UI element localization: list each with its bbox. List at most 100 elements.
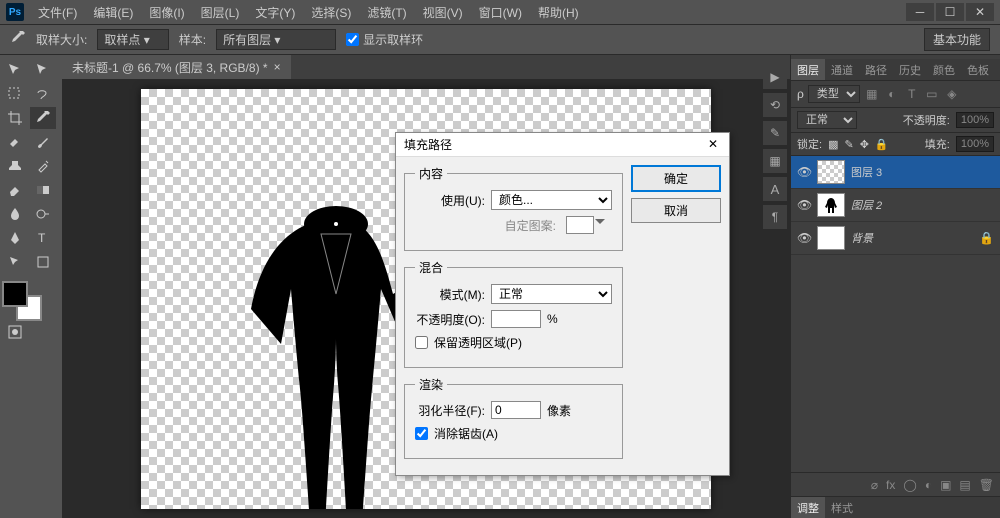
move-tool[interactable] bbox=[2, 59, 28, 81]
menu-item[interactable]: 帮助(H) bbox=[532, 2, 585, 23]
layer-thumbnail[interactable] bbox=[817, 160, 845, 184]
dialog-close-icon[interactable]: ✕ bbox=[705, 137, 721, 153]
swatches-dock-icon[interactable]: ▦ bbox=[763, 149, 787, 173]
link-layers-icon[interactable]: ⌀ bbox=[871, 478, 878, 492]
filter-pixel-icon[interactable]: ▦ bbox=[864, 86, 880, 102]
stamp-tool[interactable] bbox=[2, 155, 28, 177]
panel-tab[interactable]: 路径 bbox=[859, 59, 893, 80]
filter-type-select[interactable]: 类型 bbox=[808, 85, 860, 103]
lasso-tool[interactable] bbox=[30, 83, 56, 105]
delete-layer-icon[interactable]: 🗑 bbox=[979, 478, 994, 492]
document-tab[interactable]: 未标题-1 @ 66.7% (图层 3, RGB/8) * × bbox=[62, 55, 291, 79]
workspace-switcher[interactable]: 基本功能 bbox=[924, 28, 990, 51]
antialias-label: 消除锯齿(A) bbox=[434, 425, 498, 442]
filter-shape-icon[interactable]: ▭ bbox=[924, 86, 940, 102]
lock-trans-icon[interactable]: ▩ bbox=[828, 138, 838, 151]
collapse-panel-icon[interactable]: ▶ bbox=[763, 65, 787, 89]
healing-tool[interactable] bbox=[2, 131, 28, 153]
visibility-eye-icon[interactable]: 👁 bbox=[797, 231, 811, 245]
panel-tab[interactable]: 图层 bbox=[791, 59, 825, 80]
new-group-icon[interactable]: ▣ bbox=[940, 478, 951, 492]
type-tool[interactable]: T bbox=[30, 227, 56, 249]
feather-input[interactable] bbox=[491, 401, 541, 419]
filter-smart-icon[interactable]: ◈ bbox=[944, 86, 960, 102]
bottom-panel-tab[interactable]: 样式 bbox=[825, 497, 859, 518]
panel-tab[interactable]: 颜色 bbox=[927, 59, 961, 80]
brush-tool[interactable] bbox=[30, 131, 56, 153]
pattern-swatch[interactable] bbox=[566, 216, 594, 234]
filter-type-icon2[interactable]: T bbox=[904, 86, 920, 102]
history-dock-icon[interactable]: ⟲ bbox=[763, 93, 787, 117]
lock-all-icon[interactable]: 🔒 bbox=[875, 138, 889, 151]
filter-type-icon[interactable]: ρ bbox=[797, 87, 804, 101]
menu-item[interactable]: 图像(I) bbox=[143, 2, 190, 23]
use-select[interactable]: 颜色... bbox=[491, 190, 612, 210]
menu-item[interactable]: 图层(L) bbox=[195, 2, 246, 23]
antialias-check[interactable] bbox=[415, 427, 428, 440]
lock-paint-icon[interactable]: ✎ bbox=[844, 138, 853, 151]
para-dock-icon[interactable]: ¶ bbox=[763, 205, 787, 229]
sample-select[interactable]: 所有图层 ▾ bbox=[216, 29, 336, 50]
lock-label: 锁定: bbox=[797, 136, 822, 152]
new-layer-icon[interactable]: ▤ bbox=[959, 478, 970, 492]
preserve-trans-label: 保留透明区域(P) bbox=[434, 334, 522, 351]
marquee-tool[interactable] bbox=[2, 83, 28, 105]
bottom-panel-tab[interactable]: 调整 bbox=[791, 497, 825, 518]
history-brush-tool[interactable] bbox=[30, 155, 56, 177]
filter-adjust-icon[interactable]: ◐ bbox=[884, 86, 900, 102]
shape-tool[interactable] bbox=[30, 251, 56, 273]
opacity-value[interactable]: 100% bbox=[956, 112, 994, 128]
brush-dock-icon[interactable]: ✎ bbox=[763, 121, 787, 145]
menu-item[interactable]: 编辑(E) bbox=[87, 2, 139, 23]
pen-tool[interactable] bbox=[2, 227, 28, 249]
show-ring-checkbox[interactable] bbox=[346, 33, 359, 46]
gradient-tool[interactable] bbox=[30, 179, 56, 201]
visibility-eye-icon[interactable]: 👁 bbox=[797, 165, 811, 179]
lock-pos-icon[interactable]: ✥ bbox=[860, 138, 869, 151]
layer-thumbnail[interactable] bbox=[817, 193, 845, 217]
layer-thumbnail[interactable] bbox=[817, 226, 845, 250]
panel-tab[interactable]: 历史 bbox=[893, 59, 927, 80]
artboard-tool[interactable] bbox=[30, 59, 56, 81]
path-select-tool[interactable] bbox=[2, 251, 28, 273]
quickmask-tool[interactable] bbox=[2, 321, 28, 343]
maximize-button[interactable]: ☐ bbox=[936, 3, 964, 21]
eyedropper-tool[interactable] bbox=[30, 107, 56, 129]
new-adjust-icon[interactable]: ◐ bbox=[925, 478, 932, 492]
menu-item[interactable]: 滤镜(T) bbox=[361, 2, 412, 23]
crop-tool[interactable] bbox=[2, 107, 28, 129]
menu-item[interactable]: 选择(S) bbox=[305, 2, 357, 23]
menu-item[interactable]: 视图(V) bbox=[417, 2, 469, 23]
blend-mode-select[interactable]: 正常 bbox=[797, 111, 857, 129]
layer-item[interactable]: 👁图层 2 bbox=[791, 189, 1000, 222]
close-tab-icon[interactable]: × bbox=[274, 60, 281, 74]
char-dock-icon[interactable]: A bbox=[763, 177, 787, 201]
color-swatches[interactable] bbox=[2, 281, 42, 321]
layer-fx-icon[interactable]: fx bbox=[886, 478, 895, 492]
panel-tab[interactable]: 通道 bbox=[825, 59, 859, 80]
mode-select[interactable]: 正常 bbox=[491, 284, 612, 304]
fg-color[interactable] bbox=[2, 281, 28, 307]
menu-item[interactable]: 文字(Y) bbox=[249, 2, 301, 23]
eyedropper-icon bbox=[10, 30, 26, 49]
preserve-trans-check[interactable] bbox=[415, 336, 428, 349]
sample-size-label: 取样大小: bbox=[36, 31, 87, 48]
show-sampling-ring-check[interactable]: 显示取样环 bbox=[346, 31, 423, 48]
dodge-tool[interactable] bbox=[30, 203, 56, 225]
ok-button[interactable]: 确定 bbox=[631, 165, 721, 192]
layer-item[interactable]: 👁背景🔒 bbox=[791, 222, 1000, 255]
opacity-input[interactable] bbox=[491, 310, 541, 328]
minimize-button[interactable]: ─ bbox=[906, 3, 934, 21]
eraser-tool[interactable] bbox=[2, 179, 28, 201]
layer-item[interactable]: 👁图层 3 bbox=[791, 156, 1000, 189]
layer-mask-icon[interactable]: ◯ bbox=[903, 478, 916, 492]
blur-tool[interactable] bbox=[2, 203, 28, 225]
fill-value[interactable]: 100% bbox=[956, 136, 994, 152]
close-button[interactable]: ✕ bbox=[966, 3, 994, 21]
menu-item[interactable]: 文件(F) bbox=[32, 2, 83, 23]
sample-size-select[interactable]: 取样点 ▾ bbox=[97, 29, 168, 50]
visibility-eye-icon[interactable]: 👁 bbox=[797, 198, 811, 212]
panel-tab[interactable]: 色板 bbox=[961, 59, 995, 80]
cancel-button[interactable]: 取消 bbox=[631, 198, 721, 223]
menu-item[interactable]: 窗口(W) bbox=[473, 2, 528, 23]
